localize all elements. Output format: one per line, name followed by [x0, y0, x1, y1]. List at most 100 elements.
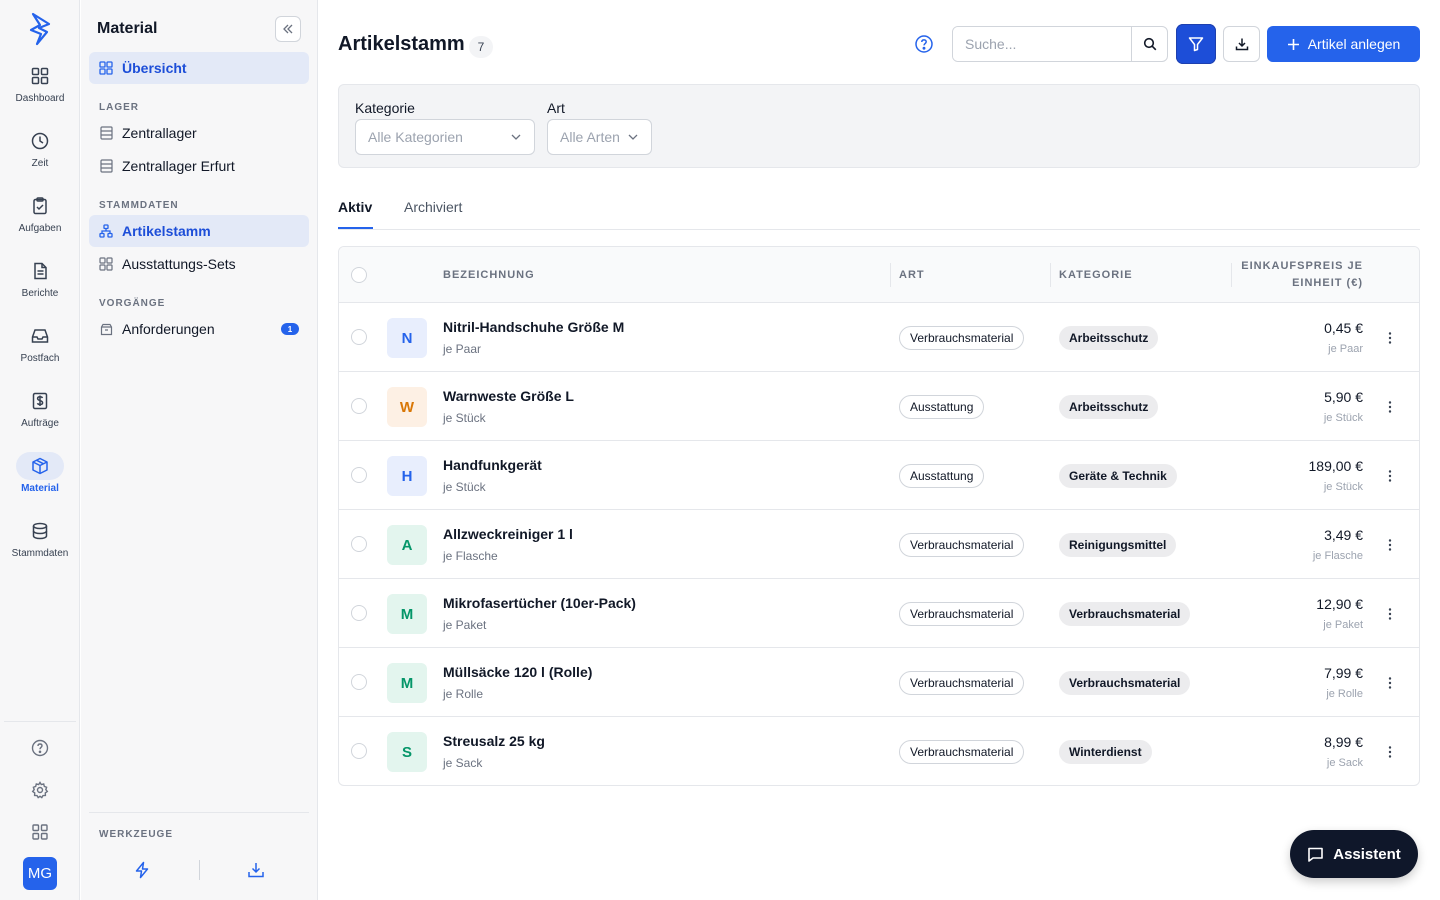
- article-name[interactable]: Handfunkgerät: [443, 457, 542, 473]
- column-header-preis[interactable]: EINKAUFSPREIS JE EINHEIT (€): [1241, 260, 1363, 289]
- rail-item-zeit[interactable]: Zeit: [0, 127, 80, 187]
- app-logo-icon[interactable]: [27, 12, 53, 46]
- hierarchy-icon: [99, 224, 113, 238]
- row-checkbox[interactable]: [351, 398, 367, 414]
- row-checkbox[interactable]: [351, 536, 367, 552]
- select-all-checkbox[interactable]: [351, 267, 367, 283]
- art-select-value: Alle Arten: [560, 129, 620, 145]
- sidebar-item-zentrallager-erfurt[interactable]: Zentrallager Erfurt: [89, 150, 309, 182]
- rail-item-dashboard[interactable]: Dashboard: [0, 62, 80, 122]
- add-article-label: Artikel anlegen: [1307, 36, 1401, 52]
- kategorie-pill: Arbeitsschutz: [1059, 326, 1159, 350]
- article-unit: je Paket: [443, 618, 487, 632]
- article-price: 12,90 €: [1316, 596, 1363, 612]
- collapse-sidebar-button[interactable]: [275, 16, 301, 42]
- more-vertical-icon: [1388, 401, 1392, 413]
- add-article-button[interactable]: Artikel anlegen: [1267, 26, 1420, 62]
- quick-action-button[interactable]: [130, 858, 154, 882]
- export-button[interactable]: [1223, 26, 1260, 62]
- rail-item-berichte[interactable]: Berichte: [0, 257, 80, 317]
- row-menu-button[interactable]: [1381, 604, 1399, 624]
- article-initial-avatar: W: [387, 387, 427, 427]
- sidebar-divider: [89, 812, 309, 813]
- rail-item-auftraege[interactable]: Aufträge: [0, 387, 80, 447]
- article-initial-avatar: A: [387, 525, 427, 565]
- article-price: 5,90 €: [1324, 389, 1363, 405]
- rail-label: Stammdaten: [11, 548, 69, 559]
- sidebar-item-zentrallager[interactable]: Zentrallager: [89, 117, 309, 149]
- search-input[interactable]: [953, 27, 1131, 61]
- row-menu-button[interactable]: [1381, 397, 1399, 417]
- search-icon: [1143, 37, 1156, 51]
- column-header-kategorie[interactable]: KATEGORIE: [1059, 269, 1133, 281]
- article-name[interactable]: Warnweste Größe L: [443, 388, 574, 404]
- art-select[interactable]: Alle Arten: [547, 119, 652, 155]
- row-checkbox[interactable]: [351, 467, 367, 483]
- article-name[interactable]: Streusalz 25 kg: [443, 733, 545, 749]
- item-count-badge: 7: [469, 36, 493, 58]
- warehouse-icon: [99, 126, 113, 140]
- table-row[interactable]: H Handfunkgerät je Stück Ausstattung Ger…: [339, 441, 1419, 510]
- article-name[interactable]: Nitril-Handschuhe Größe M: [443, 319, 624, 335]
- grid-icon: [99, 257, 113, 271]
- filter-toggle-button[interactable]: [1176, 24, 1216, 64]
- table-row[interactable]: A Allzweckreiniger 1 l je Flasche Verbra…: [339, 510, 1419, 579]
- rail-divider: [4, 721, 76, 722]
- row-checkbox[interactable]: [351, 743, 367, 759]
- help-button[interactable]: [914, 34, 934, 54]
- articles-table: BEZEICHNUNG ART KATEGORIE EINKAUFSPREIS …: [338, 246, 1420, 786]
- rail-item-postfach[interactable]: Postfach: [0, 322, 80, 382]
- sidebar-item-ausstattungs-sets[interactable]: Ausstattungs-Sets: [89, 248, 309, 280]
- kategorie-pill: Verbrauchsmaterial: [1059, 671, 1191, 695]
- user-avatar[interactable]: MG: [23, 857, 57, 890]
- sidebar-item-label: Anforderungen: [122, 321, 215, 337]
- settings-gear-icon[interactable]: [28, 778, 52, 802]
- column-header-art[interactable]: ART: [899, 269, 925, 281]
- art-pill: Ausstattung: [899, 464, 985, 488]
- sidebar-item-uebersicht[interactable]: Übersicht: [89, 52, 309, 84]
- article-name[interactable]: Mikrofasertücher (10er-Pack): [443, 595, 636, 611]
- row-checkbox[interactable]: [351, 674, 367, 690]
- sidebar-item-anforderungen[interactable]: Anforderungen 1: [89, 313, 309, 345]
- article-name[interactable]: Müllsäcke 120 l (Rolle): [443, 664, 592, 680]
- row-checkbox[interactable]: [351, 329, 367, 345]
- tab-archiviert[interactable]: Archiviert: [404, 199, 462, 215]
- sidebar-item-label: Artikelstamm: [122, 223, 211, 239]
- filter-kategorie-label: Kategorie: [355, 100, 415, 116]
- assistant-button[interactable]: Assistent: [1290, 830, 1418, 878]
- art-pill: Verbrauchsmaterial: [899, 740, 1025, 764]
- table-row[interactable]: M Müllsäcke 120 l (Rolle) je Rolle Verbr…: [339, 648, 1419, 717]
- rail-item-stammdaten[interactable]: Stammdaten: [0, 517, 80, 577]
- row-checkbox[interactable]: [351, 605, 367, 621]
- table-row[interactable]: W Warnweste Größe L je Stück Ausstattung…: [339, 372, 1419, 441]
- kategorie-select[interactable]: Alle Kategorien: [355, 119, 535, 155]
- section-werkzeuge: WERKZEUGE: [99, 829, 173, 840]
- column-divider: [1231, 263, 1232, 287]
- tab-aktiv[interactable]: Aktiv: [338, 199, 372, 215]
- apps-grid-icon[interactable]: [28, 820, 52, 844]
- article-name[interactable]: Allzweckreiniger 1 l: [443, 526, 573, 542]
- section-lager: LAGER: [99, 102, 139, 113]
- art-pill: Ausstattung: [899, 395, 985, 419]
- sidebar-item-artikelstamm[interactable]: Artikelstamm: [89, 215, 309, 247]
- rail-label: Aufgaben: [18, 223, 62, 234]
- rail-item-material[interactable]: Material: [0, 452, 80, 512]
- row-menu-button[interactable]: [1381, 535, 1399, 555]
- rail-label: Material: [21, 483, 59, 494]
- table-row[interactable]: N Nitril-Handschuhe Größe M je Paar Verb…: [339, 303, 1419, 372]
- help-circle-icon[interactable]: [28, 736, 52, 760]
- table-row[interactable]: M Mikrofasertücher (10er-Pack) je Paket …: [339, 579, 1419, 648]
- row-menu-button[interactable]: [1381, 328, 1399, 348]
- column-header-bezeichnung[interactable]: BEZEICHNUNG: [443, 269, 535, 281]
- sidebar-item-label: Zentrallager Erfurt: [122, 158, 235, 174]
- article-unit: je Stück: [443, 480, 486, 494]
- search-box: [952, 26, 1168, 62]
- rail-item-aufgaben[interactable]: Aufgaben: [0, 192, 80, 252]
- more-vertical-icon: [1388, 539, 1392, 551]
- row-menu-button[interactable]: [1381, 673, 1399, 693]
- row-menu-button[interactable]: [1381, 466, 1399, 486]
- table-row[interactable]: S Streusalz 25 kg je Sack Verbrauchsmate…: [339, 717, 1419, 785]
- row-menu-button[interactable]: [1381, 742, 1399, 762]
- search-button[interactable]: [1131, 27, 1167, 61]
- import-download-button[interactable]: [244, 858, 268, 882]
